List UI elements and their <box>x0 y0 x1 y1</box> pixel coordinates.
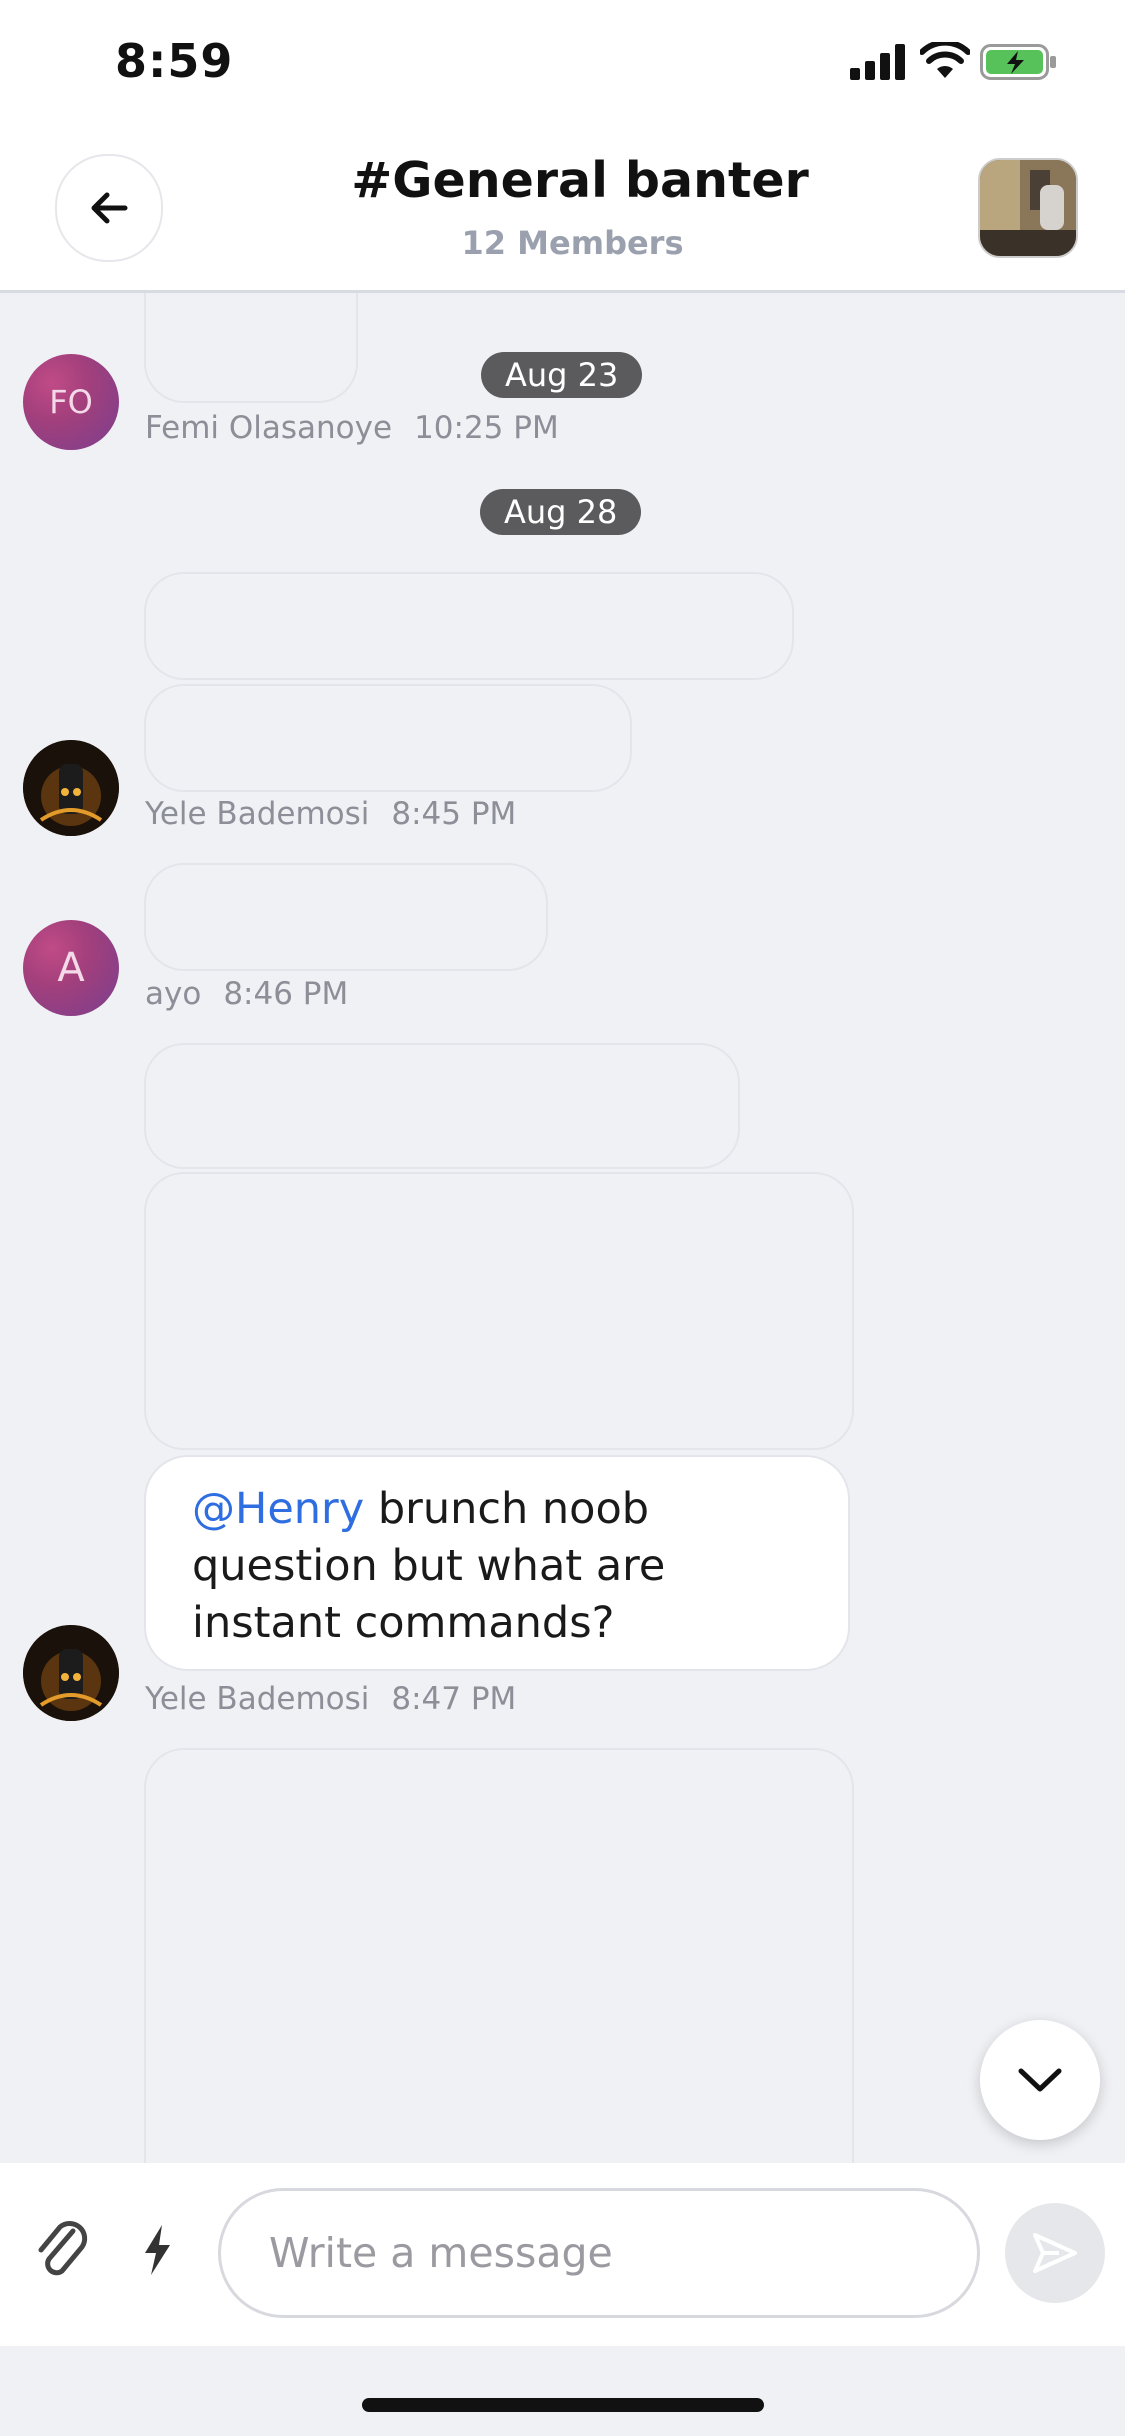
message-bubble-placeholder[interactable] <box>144 1043 740 1169</box>
message-bubble-placeholder[interactable] <box>144 1172 854 1450</box>
date-separator: Aug 23 <box>481 352 643 398</box>
send-icon <box>1033 2233 1077 2273</box>
home-indicator[interactable] <box>362 2398 764 2412</box>
mention-link[interactable]: @Henry <box>192 1484 364 1534</box>
author-name: Yele Bademosi <box>145 796 370 832</box>
message-bubble-placeholder[interactable] <box>144 293 358 403</box>
scroll-to-bottom-button[interactable] <box>980 2020 1100 2140</box>
author-name: Yele Bademosi <box>145 1681 370 1717</box>
member-count[interactable]: 12 Members <box>0 224 1125 262</box>
message-bubble[interactable]: @Henry brunch noob question but what are… <box>144 1455 850 1671</box>
message-input[interactable]: Write a message <box>218 2188 980 2318</box>
message-time: 8:45 PM <box>391 796 517 832</box>
avatar-image <box>23 740 119 836</box>
message-bubble-placeholder[interactable] <box>144 572 794 680</box>
signal-icon <box>850 44 905 80</box>
message-time: 10:25 PM <box>414 410 559 446</box>
message-meta: Femi Olasanoye 10:25 PM <box>145 410 559 446</box>
avatar[interactable] <box>23 1625 119 1721</box>
avatar[interactable] <box>23 740 119 836</box>
message-composer: Write a message <box>0 2163 1125 2346</box>
message-meta: Yele Bademosi 8:45 PM <box>145 796 516 832</box>
message-bubble-placeholder[interactable] <box>144 1748 854 2163</box>
avatar-image <box>23 1625 119 1721</box>
wifi-icon <box>920 42 970 78</box>
message-bubble-placeholder[interactable] <box>144 684 632 792</box>
author-name: ayo <box>145 976 202 1012</box>
group-avatar[interactable] <box>978 158 1078 258</box>
message-meta: ayo 8:46 PM <box>145 976 348 1012</box>
send-button[interactable] <box>1005 2203 1105 2303</box>
author-name: Femi Olasanoye <box>145 410 393 446</box>
lightning-icon[interactable] <box>140 2223 174 2277</box>
avatar[interactable]: A <box>23 920 119 1016</box>
message-list[interactable]: Aug 23 FO Femi Olasanoye 10:25 PM Aug 28 … <box>0 293 1125 2163</box>
message-time: 8:47 PM <box>391 1681 517 1717</box>
avatar[interactable]: FO <box>23 354 119 450</box>
message-time: 8:46 PM <box>223 976 349 1012</box>
date-separator: Aug 28 <box>480 489 642 535</box>
channel-title[interactable]: #General banter <box>0 152 1125 209</box>
message-meta: Yele Bademosi 8:47 PM <box>145 1681 516 1717</box>
paperclip-icon[interactable] <box>33 2213 89 2279</box>
chevron-down-icon <box>1018 2068 1062 2092</box>
status-time: 8:59 <box>115 34 234 88</box>
battery-icon <box>980 44 1056 80</box>
home-indicator-area <box>0 2346 1125 2436</box>
chat-header: #General banter 12 Members <box>0 130 1125 293</box>
message-bubble-placeholder[interactable] <box>144 863 548 971</box>
group-avatar-image <box>980 160 1076 256</box>
status-bar: 8:59 <box>0 0 1125 130</box>
